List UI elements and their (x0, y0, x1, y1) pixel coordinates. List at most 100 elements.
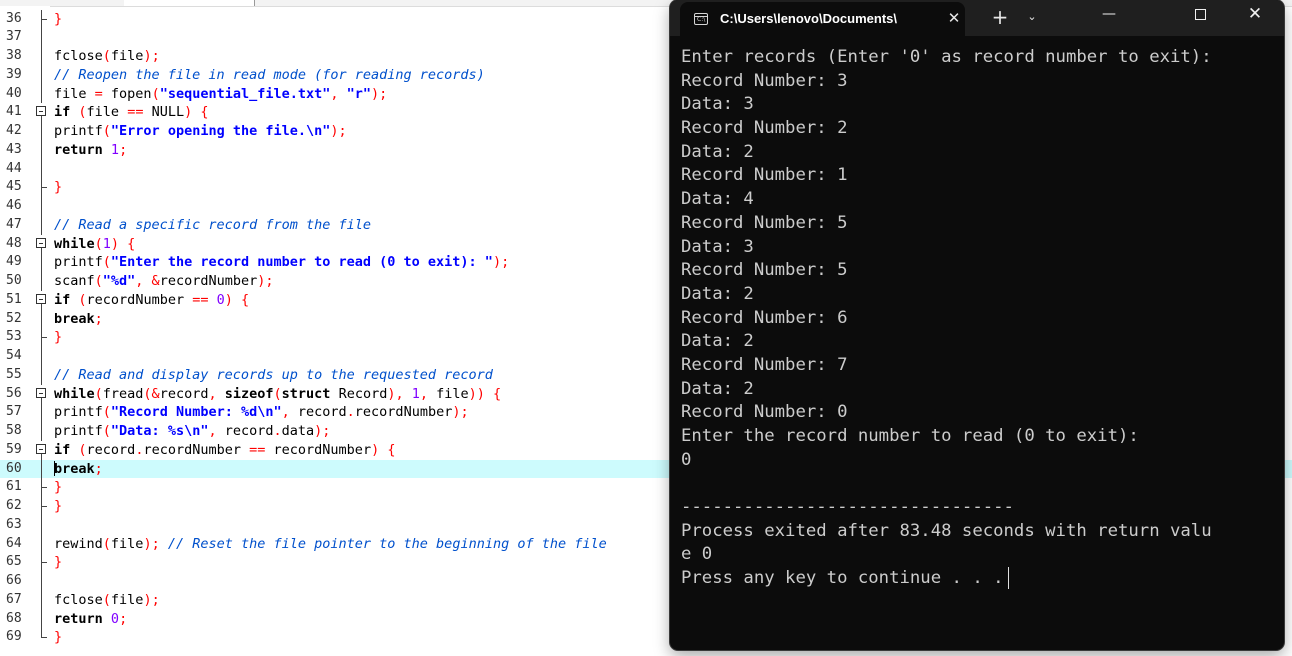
code-token: ); (143, 535, 160, 552)
close-window-button[interactable]: ✕ (1232, 0, 1278, 30)
code-token: ( (102, 535, 111, 552)
code-token: == (192, 291, 209, 308)
minimize-button[interactable]: — (1086, 0, 1132, 30)
code-text[interactable]: printf("Enter the record number to read … (54, 253, 509, 272)
code-token: } (54, 479, 63, 496)
code-token: file (110, 591, 144, 608)
code-text[interactable]: // Reopen the file in read mode (for rea… (54, 66, 485, 85)
code-token: while (54, 385, 95, 402)
code-text[interactable]: } (54, 478, 62, 497)
line-number: 65 (6, 554, 22, 570)
code-text[interactable]: return 0; (54, 610, 127, 629)
editor-tab[interactable] (124, 0, 255, 6)
code-text[interactable]: break; (54, 460, 103, 479)
fold-toggle-icon[interactable] (36, 291, 48, 310)
terminal-line: Record Number: 5 (681, 212, 848, 233)
maximize-button[interactable] (1178, 0, 1224, 30)
line-number: 55 (6, 366, 22, 382)
code-token: // Read and display records up to the re… (54, 366, 493, 383)
new-tab-button[interactable]: + (988, 5, 1012, 29)
code-token: data (281, 423, 315, 439)
code-token: ); (314, 423, 331, 439)
code-text[interactable]: printf("Data: %s\n", record.data); (54, 422, 330, 441)
code-token: recordNumber (265, 441, 372, 458)
code-text[interactable]: } (54, 328, 62, 347)
code-token: ); (330, 123, 347, 139)
code-text[interactable]: // Read and display records up to the re… (54, 366, 493, 385)
line-number: 43 (6, 141, 22, 157)
code-text[interactable]: break; (54, 310, 103, 329)
terminal-window[interactable]: C:\ C:\Users\lenovo\Documents\ ✕ + ⌄ — ✕… (670, 0, 1284, 650)
code-token: file (54, 85, 95, 102)
terminal-titlebar[interactable]: C:\ C:\Users\lenovo\Documents\ ✕ + ⌄ — ✕ (670, 0, 1284, 36)
terminal-tab[interactable]: C:\ C:\Users\lenovo\Documents\ ✕ (680, 2, 965, 36)
terminal-tab-title: C:\Users\lenovo\Documents\ (720, 11, 897, 26)
code-token: ( (94, 235, 103, 252)
code-text[interactable]: if (recordNumber == 0) { (54, 291, 249, 310)
code-token: ( (94, 385, 103, 402)
code-token: ( (102, 254, 111, 271)
code-text[interactable]: } (54, 497, 62, 516)
code-text[interactable]: return 1; (54, 141, 127, 160)
code-text[interactable]: } (54, 628, 62, 647)
code-text[interactable]: printf("Record Number: %d\n", record.rec… (54, 403, 469, 422)
code-token: } (54, 629, 63, 646)
code-token: "sequential_file.txt" (159, 85, 331, 102)
code-token: } (54, 179, 63, 196)
code-text[interactable]: file = fopen("sequential_file.txt", "r")… (54, 85, 387, 104)
code-text[interactable]: } (54, 178, 62, 197)
code-token: ( (102, 48, 111, 64)
code-token: if (54, 104, 71, 121)
code-text[interactable]: printf("Error opening the file.\n"); (54, 122, 347, 141)
code-token: printf (54, 423, 103, 439)
code-text[interactable]: } (54, 10, 62, 29)
terminal-line: Record Number: 2 (681, 118, 848, 139)
terminal-line: Record Number: 7 (681, 354, 848, 375)
fold-guide (36, 572, 48, 591)
fold-guide (36, 140, 48, 160)
code-text[interactable]: } (54, 553, 62, 572)
chevron-down-icon[interactable]: ⌄ (1022, 7, 1042, 27)
terminal-line: Record Number: 1 (681, 165, 848, 186)
code-text[interactable]: scanf("%d", &recordNumber); (54, 272, 274, 291)
code-token: } (54, 554, 63, 571)
code-token: ; (94, 460, 103, 477)
fold-toggle-icon[interactable] (36, 103, 48, 123)
code-token: printf (54, 404, 103, 421)
fold-guide (36, 47, 48, 66)
code-token: , (208, 385, 225, 402)
fold-toggle-icon[interactable] (36, 235, 48, 254)
code-token: , (419, 385, 437, 402)
code-token: if (54, 441, 71, 458)
line-number: 42 (6, 123, 22, 138)
terminal-line: Data: 2 (681, 378, 754, 399)
code-text[interactable]: rewind(file); // Reset the file pointer … (54, 535, 607, 554)
code-token: "Data: %s\n" (110, 423, 209, 439)
line-number: 46 (6, 198, 22, 213)
code-token: // Reopen the file in read mode (for rea… (54, 66, 485, 83)
fold-toggle-icon[interactable] (36, 441, 48, 460)
code-text[interactable]: fclose(file); (54, 47, 160, 66)
line-number: 68 (6, 610, 22, 626)
code-token: file (436, 385, 469, 402)
code-text[interactable]: while(1) { (54, 235, 135, 254)
code-text[interactable]: while(fread(&record, sizeof(struct Recor… (54, 385, 501, 404)
code-token: "Enter the record number to read (0 to e… (110, 254, 493, 271)
maximize-icon (1195, 9, 1206, 20)
code-token: ); (143, 591, 160, 608)
close-tab-icon[interactable]: ✕ (944, 8, 964, 28)
code-text[interactable]: if (record.recordNumber == recordNumber)… (54, 441, 395, 460)
line-number: 64 (6, 535, 22, 551)
code-text[interactable]: if (file == NULL) { (54, 103, 208, 122)
code-token: == (127, 104, 144, 121)
code-text[interactable]: // Read a specific record from the file (54, 216, 371, 235)
code-text[interactable]: fclose(file); (54, 591, 160, 610)
line-number: 38 (6, 48, 22, 63)
fold-toggle-icon[interactable] (36, 385, 48, 404)
terminal-output[interactable]: Enter records (Enter '0' as record numbe… (681, 46, 1281, 591)
line-number: 67 (6, 591, 22, 607)
code-token: if (54, 291, 71, 308)
